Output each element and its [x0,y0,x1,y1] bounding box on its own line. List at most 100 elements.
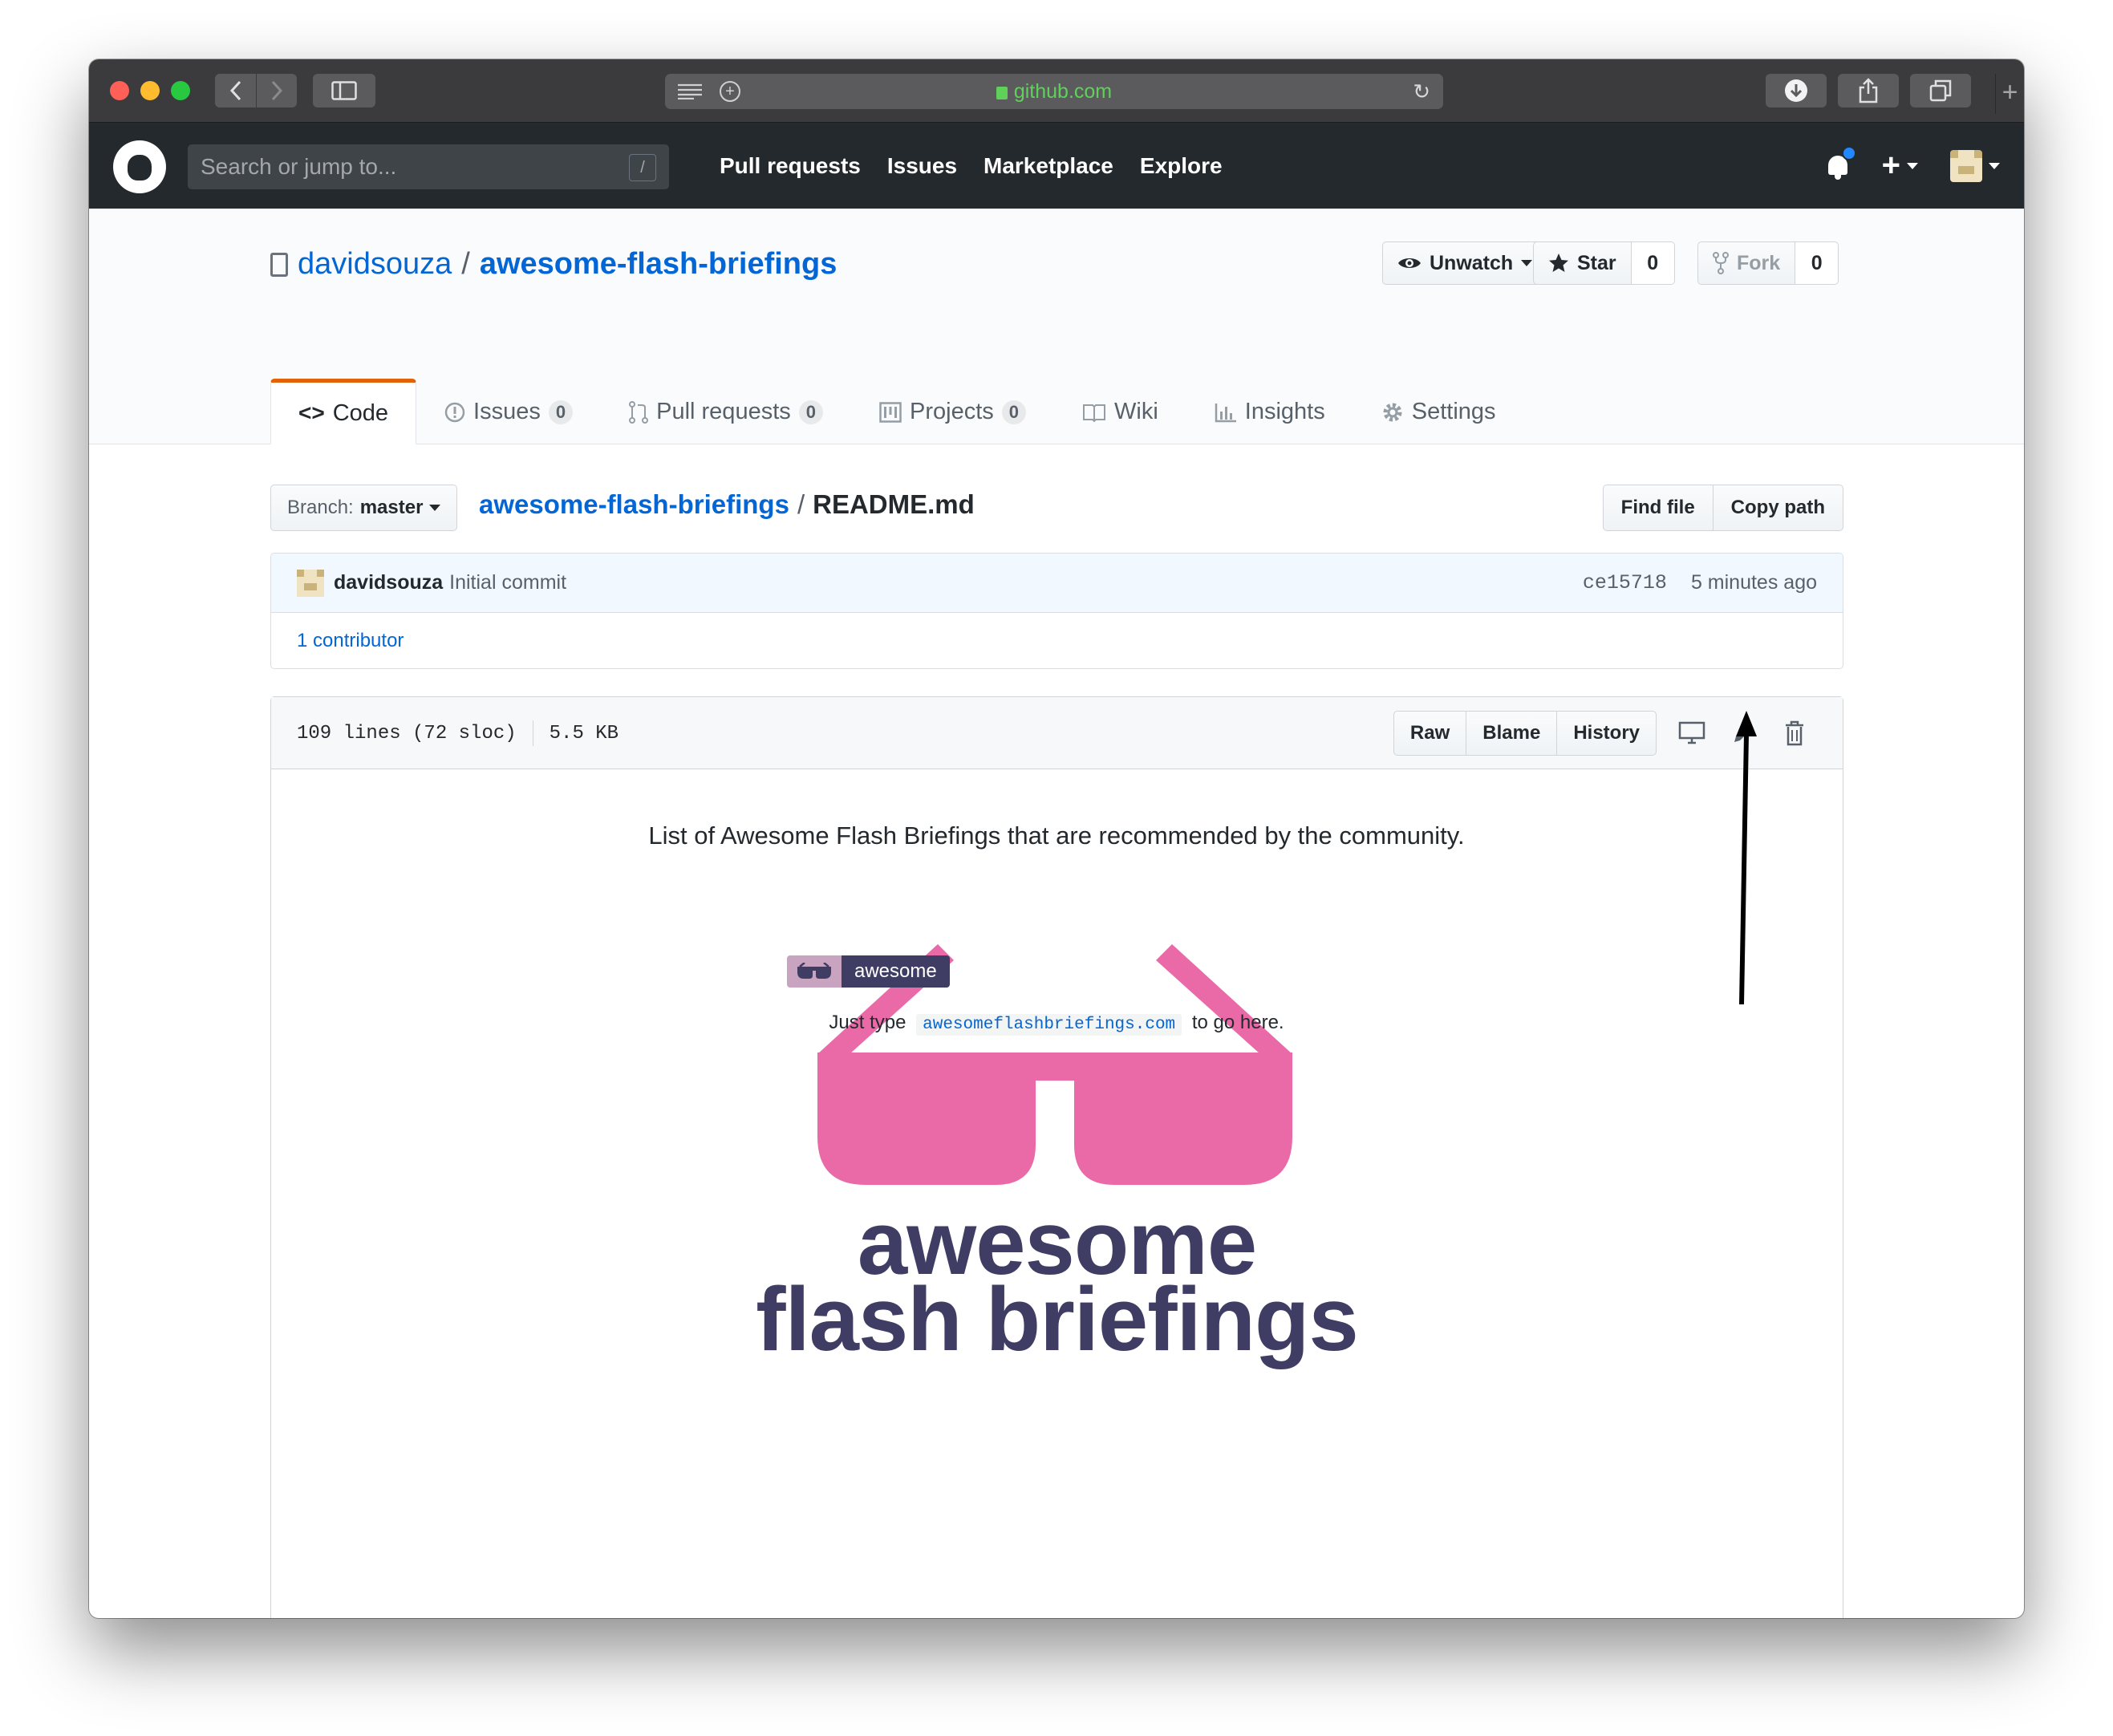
project-icon [879,401,902,423]
readme-content: awesome flash briefings [271,769,1843,1618]
edit-file-button[interactable] [1727,717,1759,749]
breadcrumb-separator: / [797,489,805,519]
graph-icon [1215,403,1236,422]
repo-name-link[interactable]: awesome-flash-briefings [480,247,837,282]
downloads-button[interactable] [1766,74,1827,107]
delete-file-button[interactable] [1778,717,1811,749]
repo-nav: <> Code Issues 0 Pull requests 0 Project… [270,379,1524,444]
sunglasses-icon [797,963,831,979]
copy-path-button[interactable]: Copy path [1713,485,1843,531]
readme-just-type: Just type awesomeflashbriefings.com to g… [89,1012,2024,1036]
star-group: Star 0 [1533,241,1675,285]
tab-issues[interactable]: Issues 0 [416,379,601,444]
show-tabs-button[interactable] [1910,74,1971,107]
back-button[interactable] [215,74,256,107]
tab-pull-requests[interactable]: Pull requests 0 [601,379,851,444]
unwatch-button[interactable]: Unwatch [1382,241,1548,285]
nav-pull-requests[interactable]: Pull requests [720,153,861,179]
star-icon [1549,254,1568,272]
history-button[interactable]: History [1556,711,1657,756]
file-header: 109 lines (72 sloc) 5.5 KB Raw Blame His… [271,697,1843,769]
pull-request-icon [629,400,649,424]
tab-label: Settings [1411,399,1496,424]
notifications-bell-icon[interactable] [1826,145,1856,180]
tab-insights[interactable]: Insights [1186,379,1353,444]
minimize-window-button[interactable] [140,81,160,100]
chevron-right-icon [271,80,283,101]
reload-icon[interactable]: ↻ [1413,79,1430,104]
close-window-button[interactable] [110,81,129,100]
file-actions: Raw Blame History [1393,711,1811,756]
tab-label: Issues [473,399,541,424]
search-input[interactable]: Search or jump to... / [188,144,669,189]
user-menu[interactable] [1950,149,2000,182]
open-desktop-button[interactable] [1676,717,1708,749]
breadcrumb-file: README.md [813,489,975,519]
tab-code[interactable]: <> Code [270,379,417,444]
logo-text-line2: flash briefings [756,1269,1358,1369]
file-nav-actions: Find file Copy path [1602,485,1843,531]
browser-toolbar: + github.com ↻ + [89,59,2024,123]
stargazers-count[interactable]: 0 [1631,241,1675,285]
commit-author-link[interactable]: davidsouza [334,571,443,594]
code-icon: <> [298,400,325,425]
awesome-badge[interactable]: awesome [787,955,950,988]
fork-button[interactable]: Fork [1697,241,1796,285]
badge-label: awesome [842,955,950,988]
desktop-icon [1678,721,1705,744]
branch-name: master [359,497,424,518]
repo-header: davidsouza / awesome-flash-briefings Unw… [89,209,2024,444]
chevron-left-icon [229,80,241,101]
create-new-menu[interactable]: + [1882,148,1918,184]
reader-icon[interactable] [678,83,702,99]
address-bar[interactable]: + github.com ↻ [665,74,1443,109]
fork-group: Fork 0 [1697,241,1839,285]
star-button[interactable]: Star [1533,241,1632,285]
unwatch-label: Unwatch [1430,251,1514,274]
header-user-actions: + [1826,123,2000,209]
branch-select-button[interactable]: Branch: master [270,485,458,531]
maximize-window-button[interactable] [171,81,190,100]
readme-tagline: List of Awesome Flash Briefings that are… [648,821,1465,850]
caret-down-icon [429,505,441,511]
fork-icon [1713,252,1729,274]
just-type-after: to go here. [1191,1012,1284,1033]
search-placeholder: Search or jump to... [201,154,397,179]
book-icon [1083,404,1106,422]
breadcrumb-repo-link[interactable]: awesome-flash-briefings [479,489,789,520]
github-logo-icon[interactable] [113,140,166,193]
plus-icon: + [1881,148,1900,183]
nav-explore[interactable]: Explore [1140,153,1223,179]
fork-label: Fork [1737,251,1781,274]
avatar[interactable] [297,569,324,597]
tab-label: Pull requests [656,399,791,424]
sidebar-toggle-button[interactable] [313,74,375,107]
contributors-link[interactable]: 1 contributor [297,630,404,652]
commit-sha-link[interactable]: ce15718 [1583,571,1667,594]
nav-issues[interactable]: Issues [887,153,957,179]
star-label: Star [1577,251,1616,274]
issues-counter: 0 [548,400,574,424]
commit-tease: davidsouza Initial commit ce15718 5 minu… [270,553,1843,669]
raw-button[interactable]: Raw [1393,711,1467,756]
just-type-before: Just type [829,1012,906,1033]
blame-button[interactable]: Blame [1466,711,1558,756]
trash-icon [1786,720,1803,746]
commit-message-link[interactable]: Initial commit [449,571,566,594]
github-header: Search or jump to... / Pull requests Iss… [89,123,2024,209]
add-bookmark-icon[interactable]: + [720,81,740,102]
tab-settings[interactable]: Settings [1353,379,1524,444]
domain-code-link[interactable]: awesomeflashbriefings.com [916,1014,1182,1036]
tab-projects[interactable]: Projects 0 [851,379,1054,444]
forks-count[interactable]: 0 [1795,241,1839,285]
latest-commit: davidsouza Initial commit ce15718 5 minu… [271,554,1843,613]
new-tab-button[interactable]: + [1995,74,2024,114]
nav-marketplace[interactable]: Marketplace [983,153,1113,179]
find-file-button[interactable]: Find file [1602,485,1714,531]
share-button[interactable] [1838,74,1899,107]
tab-wiki[interactable]: Wiki [1054,379,1186,444]
file-size: 5.5 KB [549,722,619,744]
forward-button[interactable] [256,74,297,107]
pencil-icon [1734,724,1752,742]
repo-owner-link[interactable]: davidsouza [298,247,452,282]
